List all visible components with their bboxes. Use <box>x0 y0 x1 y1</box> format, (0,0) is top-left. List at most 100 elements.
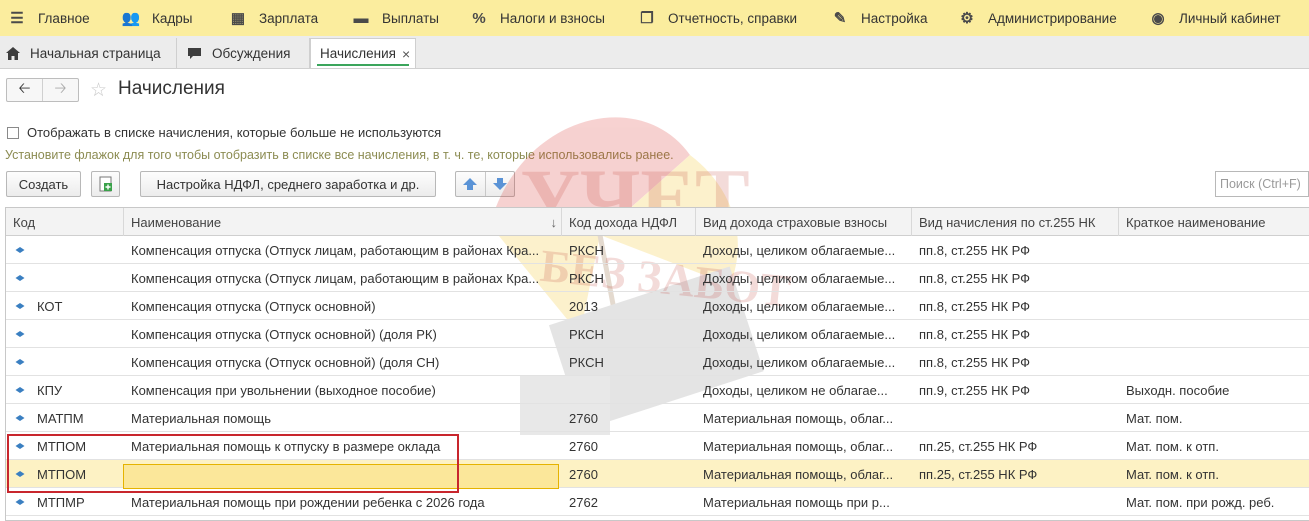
table-row[interactable]: Компенсация отпуска (Отпуск основной) (д… <box>6 348 1309 376</box>
menu-item-1[interactable]: 👥 Кадры <box>121 0 193 36</box>
cell-ndfl: РКСН <box>569 326 604 342</box>
accrual-item-icon <box>15 499 25 505</box>
hamburger-icon: ☰ <box>10 10 24 27</box>
menu-item-label: Отчетность, справки <box>668 10 798 26</box>
cell-code <box>6 320 124 348</box>
menu-item-7[interactable]: ⚙ Администрирование <box>958 0 1116 36</box>
menu-item-8[interactable]: ◉ Личный кабинет <box>1149 0 1280 36</box>
menu-item-3[interactable]: ▬ Выплаты <box>352 0 440 36</box>
column-header-name[interactable]: Наименование ↓ <box>124 208 562 236</box>
move-down-icon[interactable] <box>486 172 515 196</box>
cell-ins: Материальная помощь, облаг... <box>703 410 894 426</box>
column-header-art255[interactable]: Вид начисления по ст.255 НК <box>912 208 1119 236</box>
tab-accruals[interactable]: Начисления × <box>310 38 416 68</box>
tab-discussions[interactable]: Обсуждения <box>177 38 310 68</box>
percent-icon: % <box>472 9 486 27</box>
tab-home[interactable]: Начальная страница <box>0 38 177 68</box>
wallet-icon: ▬ <box>353 9 369 27</box>
menu-item-0[interactable]: ☰ Главное <box>8 0 90 36</box>
tab-home-label: Начальная страница <box>30 45 161 61</box>
cell-short <box>1119 348 1309 376</box>
accrual-item-icon <box>15 387 25 393</box>
column-header-code[interactable]: Код <box>6 208 124 236</box>
show-unused-label: Отображать в списке начисления, которые … <box>27 125 442 140</box>
cell-art255: пп.25, ст.255 НК РФ <box>919 466 1038 482</box>
cell-art255: пп.25, ст.255 НК РФ <box>919 438 1038 454</box>
table-row[interactable]: Компенсация отпуска (Отпуск основной) (д… <box>6 320 1309 348</box>
menu-item-6[interactable]: ✎ Настройка <box>831 0 928 36</box>
cell-ndfl: РКСН <box>569 270 604 286</box>
cell-name: Компенсация отпуска (Отпуск лицам, работ… <box>131 242 540 258</box>
cell-ins: Доходы, целиком облагаемые... <box>703 298 896 314</box>
cell-art255: пп.8, ст.255 НК РФ <box>919 326 1031 342</box>
show-unused-checkbox[interactable] <box>7 126 19 139</box>
search-input[interactable]: Поиск (Ctrl+F) <box>1215 171 1309 197</box>
cell-art255 <box>912 404 1119 432</box>
cell-ins: Материальная помощь при р... <box>703 494 890 510</box>
menu-item-label: Налоги и взносы <box>500 10 605 26</box>
cell-name: Компенсация отпуска (Отпуск основной) <box>131 298 376 314</box>
cell-ndfl: РКСН <box>569 354 604 370</box>
accrual-item-icon <box>15 275 25 281</box>
move-up-icon[interactable] <box>456 172 486 196</box>
create-button-label: Создать <box>18 176 69 192</box>
settings-button-label: Настройка НДФЛ, среднего заработка и др. <box>156 176 420 192</box>
cell-ins: Материальная помощь, облаг... <box>703 466 894 482</box>
cell-short: Мат. пом. <box>1126 410 1183 426</box>
cell-ins: Доходы, целиком облагаемые... <box>703 242 896 258</box>
menu-item-2[interactable]: ▦ Зарплата <box>229 0 318 36</box>
page-title: Начисления <box>118 78 225 99</box>
cell-short: Выходн. пособие <box>1126 382 1230 398</box>
accrual-item-icon <box>15 303 25 309</box>
cell-code-text: МТПОМ <box>37 466 87 482</box>
favorite-star-icon[interactable]: ☆ <box>90 79 107 102</box>
gear-icon: ⚙ <box>960 10 974 27</box>
table-header: Код Наименование ↓ Код дохода НДФЛ Вид д… <box>6 208 1309 236</box>
cell-name: Материальная помощь при рождении ребенка… <box>131 494 485 510</box>
search-placeholder: Поиск (Ctrl+F) <box>1220 177 1301 191</box>
table-row[interactable]: МТПОМ Материальная помощь к отпуску в раз… <box>6 432 1309 460</box>
forward-arrow-icon[interactable]: 🡢 <box>42 79 78 101</box>
table-row[interactable]: Компенсация отпуска (Отпуск лицам, работ… <box>6 264 1309 292</box>
cell-code-text: МТПМР <box>37 494 85 510</box>
cell-code-text: МАТПМ <box>37 410 84 426</box>
menu-item-label: Главное <box>38 10 90 26</box>
back-arrow-icon[interactable]: 🡠 <box>7 79 42 101</box>
create-button[interactable]: Создать <box>6 171 81 197</box>
close-icon[interactable]: × <box>402 46 410 62</box>
copy-icon <box>99 176 113 192</box>
calculator-icon: ▦ <box>230 10 246 27</box>
cell-name: Материальная помощь к отпуску в размере … <box>131 438 441 454</box>
cell-code: МТПОМ <box>6 432 124 460</box>
user-circle-icon: ◉ <box>1151 10 1165 27</box>
settings-button[interactable]: Настройка НДФЛ, среднего заработка и др. <box>140 171 436 197</box>
cell-art255 <box>912 488 1119 516</box>
column-header-ndfl[interactable]: Код дохода НДФЛ <box>562 208 696 236</box>
accrual-item-icon <box>15 331 25 337</box>
nav-buttons: 🡠 🡢 <box>6 78 79 102</box>
table-row[interactable]: Компенсация отпуска (Отпуск лицам, работ… <box>6 236 1309 264</box>
cell-art255: пп.8, ст.255 НК РФ <box>919 242 1031 258</box>
menu-item-4[interactable]: % Налоги и взносы <box>470 0 605 36</box>
cell-ins: Материальная помощь, облаг... <box>703 438 894 454</box>
menu-item-5[interactable]: ❐ Отчетность, справки <box>638 0 797 36</box>
copy-button[interactable] <box>91 171 120 197</box>
column-header-name-label: Наименование <box>131 214 222 230</box>
report-icon: ❐ <box>640 10 654 27</box>
cell-ndfl: 2762 <box>569 494 598 510</box>
table-row[interactable]: МТПМР Материальная помощь при рождении ре… <box>6 488 1309 516</box>
cell-code: МТПМР <box>6 488 124 516</box>
table-row[interactable]: МАТПМ Материальная помощь 2760 Материальная… <box>6 404 1309 432</box>
cell-name: Компенсация отпуска (Отпуск основной) (д… <box>131 354 440 370</box>
show-unused-checkbox-row[interactable]: Отображать в списке начисления, которые … <box>7 125 441 140</box>
cell-art255: пп.8, ст.255 НК РФ <box>919 270 1031 286</box>
cell-name: Материальная помощь <box>131 410 272 426</box>
current-cell-frame <box>123 464 559 489</box>
cell-ndfl: РКСН <box>569 242 604 258</box>
table-row[interactable]: КОТ Компенсация отпуска (Отпуск основной)… <box>6 292 1309 320</box>
people-icon: 👥 <box>121 10 141 27</box>
cell-short: Мат. пом. к отп. <box>1126 438 1219 454</box>
column-header-insurance[interactable]: Вид дохода страховые взносы <box>696 208 912 236</box>
column-header-short[interactable]: Краткое наименование <box>1119 208 1309 236</box>
table-row[interactable]: КПУ Компенсация при увольнении (выходное … <box>6 376 1309 404</box>
